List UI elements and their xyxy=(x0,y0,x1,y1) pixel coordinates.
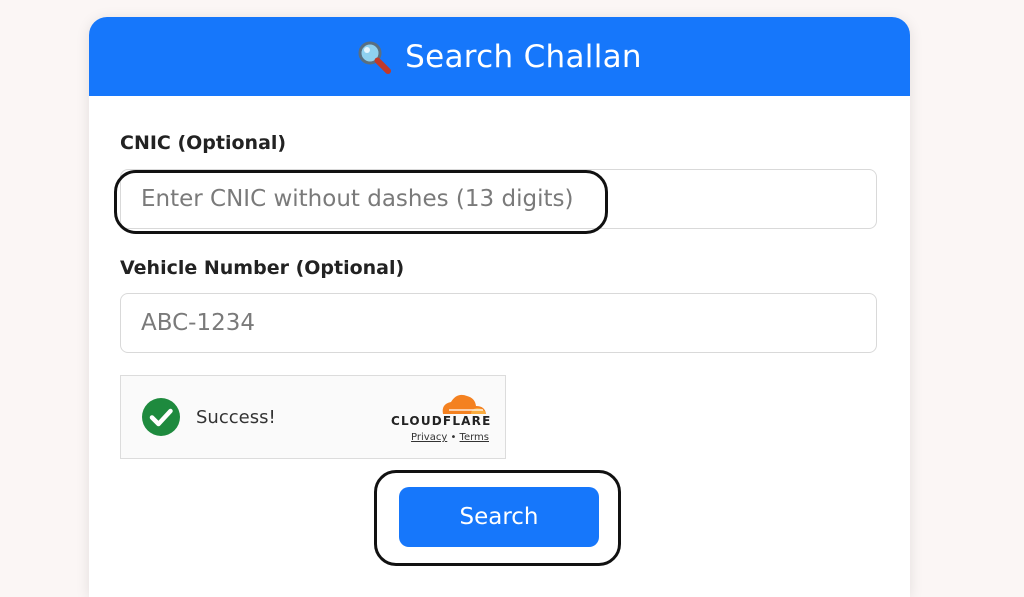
cloudflare-wordmark: CLOUDFLARE xyxy=(391,414,492,428)
cnic-input[interactable] xyxy=(120,169,877,229)
search-challan-card: Search Challan CNIC (Optional) Vehicle N… xyxy=(89,17,910,597)
search-button[interactable]: Search xyxy=(399,487,599,547)
captcha-links: Privacy • Terms xyxy=(391,432,489,443)
page-title: Search Challan xyxy=(405,38,642,75)
terms-link[interactable]: Terms xyxy=(460,432,489,443)
card-header: Search Challan xyxy=(89,17,910,96)
privacy-link[interactable]: Privacy xyxy=(411,432,447,443)
vehicle-number-label: Vehicle Number (Optional) xyxy=(120,257,405,279)
captcha-status-text: Success! xyxy=(196,407,276,428)
green-check-circle-icon xyxy=(142,398,180,436)
magnifying-glass-icon xyxy=(358,41,392,74)
link-separator: • xyxy=(450,432,457,443)
cnic-label: CNIC (Optional) xyxy=(120,132,287,154)
cloudflare-turnstile-widget[interactable]: Success! CLOUDFLARE Privacy • Terms xyxy=(120,375,506,459)
vehicle-number-input[interactable] xyxy=(120,293,877,353)
